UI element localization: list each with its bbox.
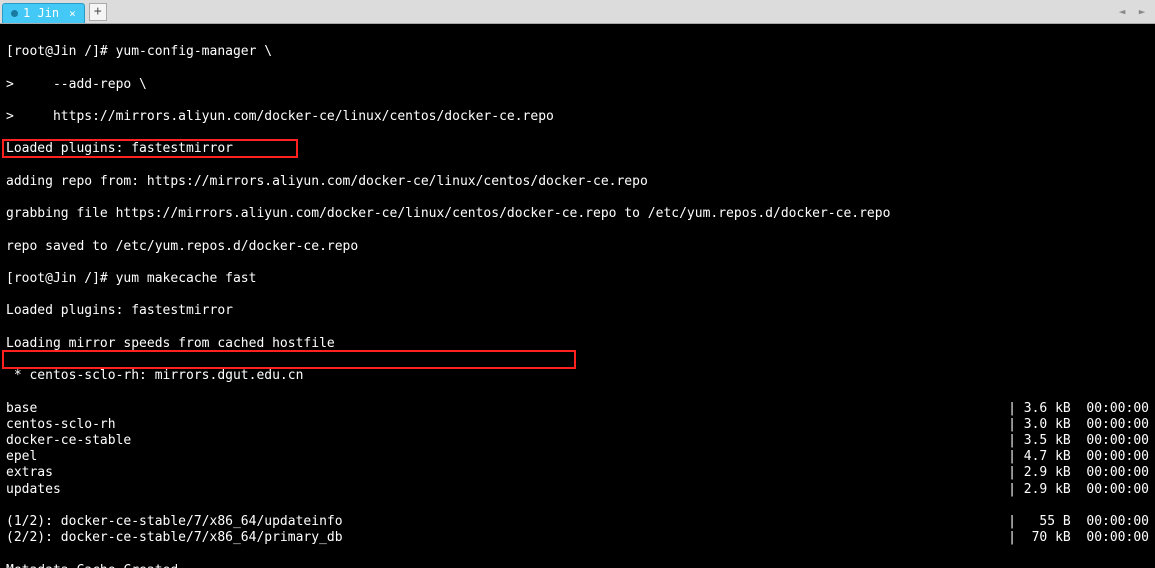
- term-line: [root@Jin /]# yum makecache fast: [6, 271, 1149, 287]
- repo-line: epel| 4.7 kB 00:00:00: [6, 449, 1149, 465]
- repo-line: centos-sclo-rh| 3.0 kB 00:00:00: [6, 417, 1149, 433]
- repo-line: base| 3.6 kB 00:00:00: [6, 401, 1149, 417]
- tab-jin[interactable]: 1 Jin ×: [2, 3, 85, 23]
- tab-add-button[interactable]: +: [89, 3, 107, 21]
- term-line: grabbing file https://mirrors.aliyun.com…: [6, 206, 1149, 222]
- tab-close-icon[interactable]: ×: [69, 7, 76, 20]
- repo-line: docker-ce-stable| 3.5 kB 00:00:00: [6, 433, 1149, 449]
- term-line: [root@Jin /]# yum-config-manager \: [6, 44, 1149, 60]
- term-line: > --add-repo \: [6, 77, 1149, 93]
- tab-bar: 1 Jin × + ◄ ►: [0, 0, 1155, 24]
- tab-nav: ◄ ►: [1113, 4, 1151, 20]
- repo-line: updates| 2.9 kB 00:00:00: [6, 482, 1149, 498]
- term-line: repo saved to /etc/yum.repos.d/docker-ce…: [6, 239, 1149, 255]
- term-line: Loaded plugins: fastestmirror: [6, 141, 1149, 157]
- download-line: (2/2): docker-ce-stable/7/x86_64/primary…: [6, 530, 1149, 546]
- tab-label: 1 Jin: [23, 6, 59, 20]
- highlight-box-2: [2, 350, 576, 369]
- term-line: Loaded plugins: fastestmirror: [6, 303, 1149, 319]
- repo-line: extras| 2.9 kB 00:00:00: [6, 465, 1149, 481]
- nav-left-icon[interactable]: ◄: [1113, 4, 1131, 20]
- term-line: Loading mirror speeds from cached hostfi…: [6, 336, 1149, 352]
- nav-right-icon[interactable]: ►: [1133, 4, 1151, 20]
- term-line: > https://mirrors.aliyun.com/docker-ce/l…: [6, 109, 1149, 125]
- terminal[interactable]: [root@Jin /]# yum-config-manager \ > --a…: [0, 24, 1155, 568]
- term-line: adding repo from: https://mirrors.aliyun…: [6, 174, 1149, 190]
- download-line: (1/2): docker-ce-stable/7/x86_64/updatei…: [6, 514, 1149, 530]
- tab-status-dot: [11, 10, 18, 17]
- term-line: Metadata Cache Created: [6, 563, 1149, 568]
- term-line: * centos-sclo-rh: mirrors.dgut.edu.cn: [6, 368, 1149, 384]
